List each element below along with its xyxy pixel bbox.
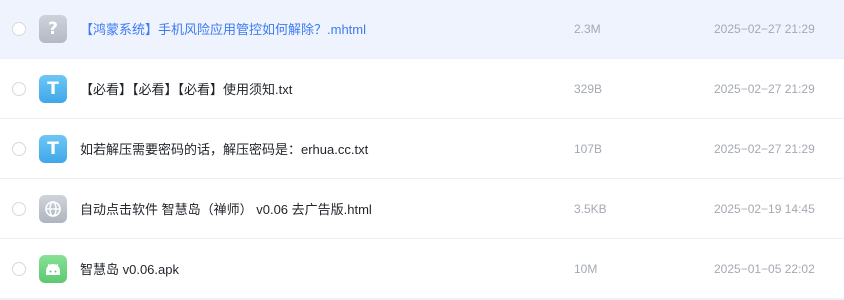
- file-date: 2025−02−19 14:45: [714, 202, 815, 216]
- file-row[interactable]: 自动点击软件 智慧岛（禅师） v0.06 去广告版.html 3.5KB 202…: [0, 180, 844, 239]
- file-name[interactable]: 【鸿蒙系统】手机风险应用管控如何解除？.mhtml: [80, 0, 366, 59]
- file-row[interactable]: 智慧岛 v0.06.apk 10M 2025−01−05 22:02: [0, 240, 844, 299]
- file-date: 2025−02−27 21:29: [714, 142, 815, 156]
- android-icon: [46, 263, 60, 275]
- file-size: 3.5KB: [574, 202, 607, 216]
- file-name[interactable]: 如若解压需要密码的话，解压密码是：erhua.cc.txt: [80, 120, 368, 179]
- row-checkbox[interactable]: [12, 202, 26, 216]
- file-size: 2.3M: [574, 22, 601, 36]
- file-name[interactable]: 【必看】【必看】【必看】使用须知.txt: [80, 60, 292, 119]
- android-file-icon: [39, 255, 67, 283]
- unknown-file-icon: ?: [39, 15, 67, 43]
- txt-file-icon: T: [39, 75, 67, 103]
- file-row[interactable]: T 如若解压需要密码的话，解压密码是：erhua.cc.txt 107B 202…: [0, 120, 844, 179]
- row-checkbox[interactable]: [12, 22, 26, 36]
- row-checkbox[interactable]: [12, 262, 26, 276]
- file-size: 329B: [574, 82, 603, 96]
- web-file-icon: [39, 195, 67, 223]
- file-date: 2025−02−27 21:29: [714, 82, 815, 96]
- txt-file-icon: T: [39, 135, 67, 163]
- file-size: 107B: [574, 142, 603, 156]
- file-name[interactable]: 自动点击软件 智慧岛（禅师） v0.06 去广告版.html: [80, 180, 372, 239]
- file-name[interactable]: 智慧岛 v0.06.apk: [80, 240, 179, 299]
- file-date: 2025−01−05 22:02: [714, 262, 815, 276]
- row-checkbox[interactable]: [12, 142, 26, 156]
- file-row[interactable]: T 【必看】【必看】【必看】使用须知.txt 329B 2025−02−27 2…: [0, 60, 844, 119]
- globe-icon: [45, 201, 61, 217]
- file-list: ? 【鸿蒙系统】手机风险应用管控如何解除？.mhtml 2.3M 2025−02…: [0, 0, 844, 300]
- file-row[interactable]: ? 【鸿蒙系统】手机风险应用管控如何解除？.mhtml 2.3M 2025−02…: [0, 0, 844, 59]
- file-date: 2025−02−27 21:29: [714, 22, 815, 36]
- row-checkbox[interactable]: [12, 82, 26, 96]
- file-size: 10M: [574, 262, 598, 276]
